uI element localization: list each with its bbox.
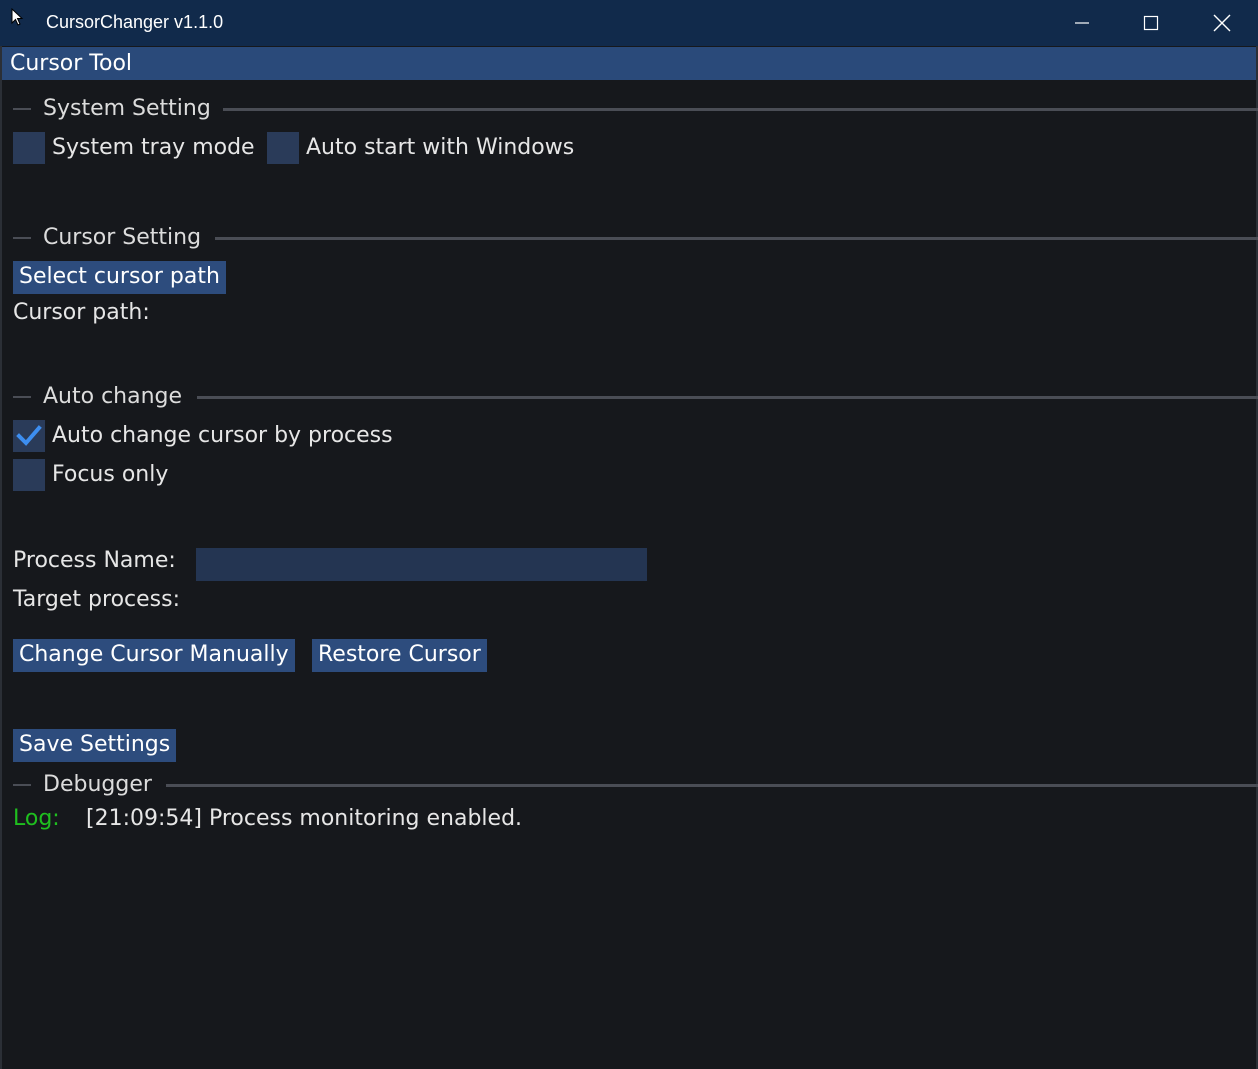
log-message: [21:09:54] Process monitoring enabled. — [86, 806, 523, 831]
process-name-label: Process Name: — [13, 548, 176, 573]
separator-dash — [13, 237, 31, 239]
separator-line — [166, 784, 1258, 787]
separator-dash — [13, 108, 31, 110]
save-settings-button[interactable]: Save Settings — [13, 729, 177, 762]
auto-change-by-process-label[interactable]: Auto change cursor by process — [52, 423, 393, 448]
checkmark-icon — [16, 425, 42, 446]
separator-dash — [13, 396, 31, 398]
system-tray-mode-checkbox[interactable] — [13, 132, 45, 164]
section-title: Auto change — [43, 384, 183, 409]
section-title: Cursor Setting — [43, 225, 202, 250]
close-icon — [1213, 14, 1231, 32]
restore-cursor-button[interactable]: Restore Cursor — [312, 639, 487, 672]
select-cursor-path-button[interactable]: Select cursor path — [13, 261, 226, 294]
section-auto-change: Auto change — [13, 384, 1258, 409]
panel-header[interactable]: Cursor Tool — [2, 47, 1256, 80]
auto-change-by-process-checkbox[interactable] — [13, 420, 45, 452]
cursor-path-label: Cursor path: — [13, 300, 150, 325]
panel-title: Cursor Tool — [10, 51, 133, 76]
maximize-icon — [1143, 15, 1159, 31]
section-cursor-setting: Cursor Setting — [13, 225, 1258, 250]
separator-dash — [13, 784, 31, 786]
target-process-label: Target process: — [13, 587, 181, 612]
change-cursor-manually-button[interactable]: Change Cursor Manually — [13, 639, 295, 672]
minimize-icon — [1075, 22, 1089, 24]
process-name-input[interactable] — [196, 548, 647, 581]
system-tray-mode-label[interactable]: System tray mode — [52, 135, 255, 160]
section-title: Debugger — [43, 772, 152, 797]
focus-only-checkbox[interactable] — [13, 459, 45, 491]
auto-start-checkbox[interactable] — [267, 132, 299, 164]
cursor-arrow-icon — [11, 8, 24, 26]
separator-line — [215, 237, 1258, 240]
separator-line — [223, 108, 1258, 111]
section-debugger: Debugger — [13, 772, 1258, 797]
separator-line — [197, 396, 1258, 399]
title-bar: CursorChanger v1.1.0 — [0, 0, 1258, 46]
maximize-button[interactable] — [1116, 0, 1186, 46]
window-title: CursorChanger v1.1.0 — [46, 12, 224, 32]
focus-only-label[interactable]: Focus only — [52, 462, 168, 487]
close-button[interactable] — [1187, 0, 1257, 46]
minimize-button[interactable] — [1047, 0, 1117, 46]
auto-start-label[interactable]: Auto start with Windows — [306, 135, 574, 160]
section-title: System Setting — [43, 96, 211, 121]
section-system-setting: System Setting — [13, 96, 1258, 121]
log-label: Log: — [13, 806, 60, 831]
